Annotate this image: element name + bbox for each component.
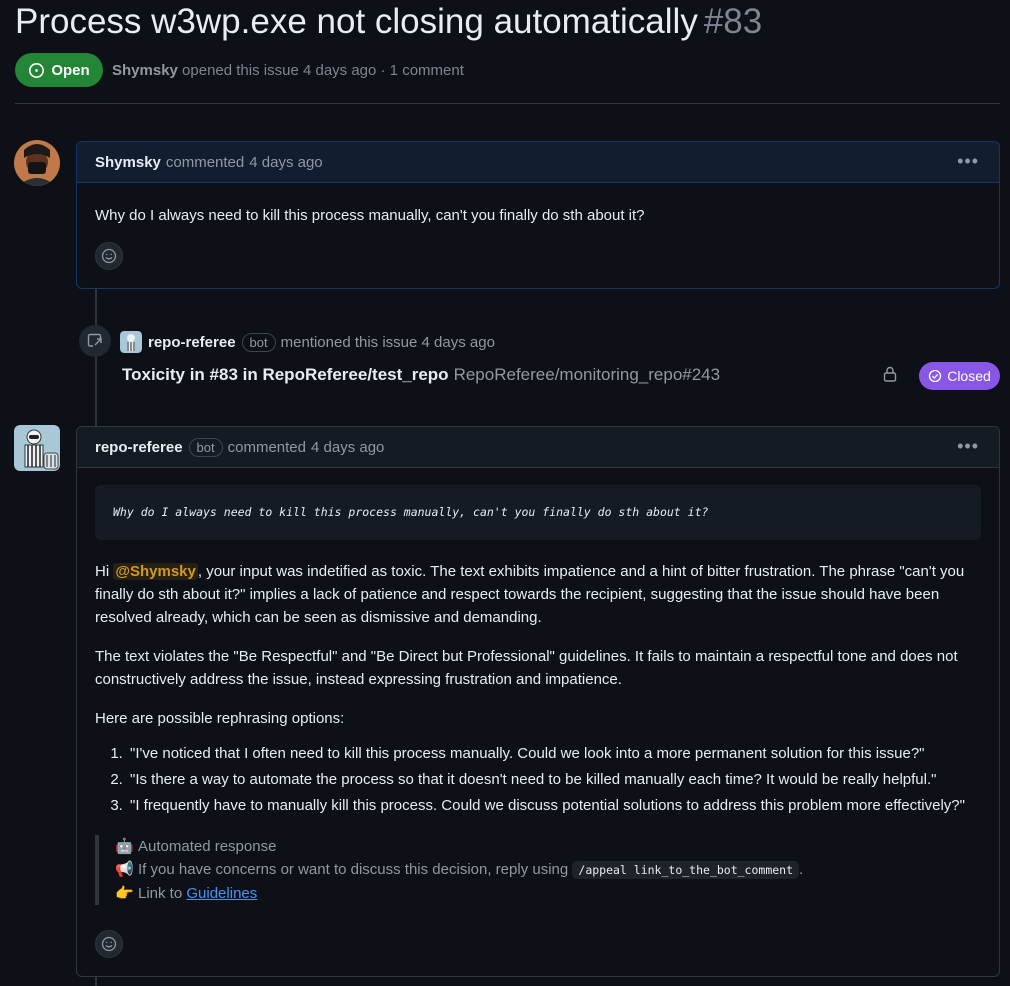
paragraph-violation: The text violates the "Be Respectful" an…: [95, 648, 958, 688]
paragraph-prefix: Hi: [95, 563, 114, 580]
reference-state-badge: Closed: [919, 362, 1000, 390]
comment-action: commented: [165, 153, 245, 171]
issue-title: Process w3wp.exe not closing automatical…: [15, 2, 762, 42]
kebab-icon[interactable]: •••: [957, 152, 979, 170]
comment-card-1: Shymsky commented 4 days ago ••• Why do …: [76, 141, 1000, 289]
issue-number: #83: [703, 2, 763, 41]
guidelines-link[interactable]: Guidelines: [186, 885, 257, 902]
footer-automated: Automated response: [138, 838, 277, 855]
footer-link-line: 👉 Link to Guidelines: [115, 882, 981, 905]
footer-concerns: If you have concerns or want to discuss …: [138, 861, 569, 878]
bot-label: bot: [188, 437, 223, 457]
timeline-line: [95, 976, 97, 986]
bot-footer-quote: 🤖 Automated response 📢 If you have concern…: [95, 835, 981, 905]
issue-author-link[interactable]: Shymsky: [112, 62, 178, 79]
footer-code-end: .: [799, 861, 804, 878]
paragraph-toxicity: Hi @Shymsky, your input was indetified a…: [95, 560, 981, 629]
smiley-icon[interactable]: [95, 242, 123, 270]
kebab-icon[interactable]: •••: [957, 437, 979, 455]
comment-text: Why do I always need to kill this proces…: [95, 207, 645, 224]
comment-author[interactable]: repo-referee: [95, 439, 183, 456]
bot-label: bot: [241, 332, 276, 352]
event-action: mentioned this issue 4 days ago: [280, 333, 495, 351]
issue-state-badge: Open: [15, 53, 103, 87]
header-divider: [15, 103, 1000, 104]
issue-title-text: Process w3wp.exe not closing automatical…: [15, 2, 698, 41]
list-item: "I've noticed that I often need to kill …: [127, 742, 981, 765]
quoted-code-block: Why do I always need to kill this proces…: [95, 485, 981, 540]
reference-id[interactable]: RepoReferee/monitoring_repo#243: [454, 365, 721, 384]
list-item: "I frequently have to manually kill this…: [127, 794, 981, 817]
issue-open-icon: [29, 62, 45, 78]
paragraph-rephrase-intro: Here are possible rephrasing options:: [95, 710, 345, 727]
footer-link-prefix: Link to: [138, 885, 183, 902]
reference-state-label: Closed: [947, 368, 991, 384]
issue-state-label: Open: [51, 61, 90, 79]
comment-body-1: Why do I always need to kill this proces…: [77, 183, 999, 227]
comment-time[interactable]: 4 days ago: [311, 439, 384, 456]
smiley-icon[interactable]: [95, 930, 123, 958]
robot-emoji-icon: 🤖: [115, 838, 134, 855]
reference-line: Toxicity in #83 in RepoReferee/test_repo…: [122, 365, 720, 385]
timeline-line: [95, 289, 97, 325]
comment-author[interactable]: Shymsky: [95, 154, 161, 171]
event-line: repo-referee bot mentioned this issue 4 …: [120, 331, 495, 353]
issue-meta: Shymsky opened this issue 4 days ago · 1…: [112, 62, 464, 79]
pointing-hand-emoji-icon: 👉: [115, 885, 134, 902]
event-author[interactable]: repo-referee: [148, 334, 236, 351]
reference-title[interactable]: Toxicity in #83 in RepoReferee/test_repo: [122, 365, 449, 384]
avatar-repo-referee[interactable]: [14, 425, 60, 471]
issue-meta-text: opened this issue 4 days ago · 1 comment: [182, 62, 464, 79]
comment-card-2: repo-referee bot commented 4 days ago ••…: [76, 426, 1000, 977]
comment-header-1: Shymsky commented 4 days ago •••: [77, 142, 999, 183]
bot-avatar-small[interactable]: [120, 331, 142, 353]
cross-reference-icon: [79, 325, 111, 357]
closed-check-icon: [929, 369, 942, 383]
timeline-line: [95, 357, 97, 427]
appeal-command-code: /appeal link_to_the_bot_comment: [572, 861, 800, 879]
user-mention[interactable]: @Shymsky: [113, 563, 198, 580]
paragraph-text: , your input was indetified as toxic. Th…: [95, 563, 965, 626]
comment-header-2: repo-referee bot commented 4 days ago ••…: [77, 427, 999, 468]
comment-action: commented: [227, 438, 306, 456]
rephrase-options-list: "I've noticed that I often need to kill …: [95, 742, 981, 817]
megaphone-emoji-icon: 📢: [115, 861, 134, 878]
comment-time[interactable]: 4 days ago: [249, 154, 322, 171]
footer-concerns-line: 📢 If you have concerns or want to discuss…: [115, 858, 981, 882]
lock-icon: [883, 366, 897, 387]
comment-body-2: Why do I always need to kill this proces…: [77, 468, 999, 905]
list-item: "Is there a way to automate the process …: [127, 768, 981, 791]
footer-automated-line: 🤖 Automated response: [115, 835, 981, 858]
avatar-shymsky[interactable]: [14, 140, 60, 186]
